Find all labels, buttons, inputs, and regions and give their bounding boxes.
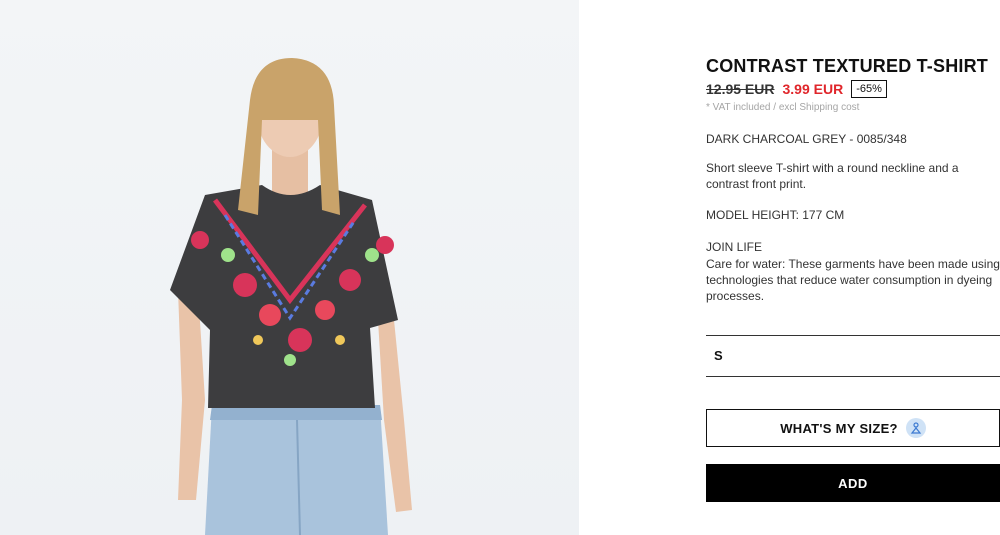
hanger-person-icon [905, 418, 926, 438]
old-price: 12.95 EUR [706, 81, 775, 97]
add-to-cart-button[interactable]: ADD [706, 464, 1000, 502]
color-reference: DARK CHARCOAL GREY - 0085/348 [706, 132, 907, 146]
product-title: CONTRAST TEXTURED T-SHIRT [706, 56, 988, 76]
discount-badge: -65% [851, 80, 887, 98]
size-selector[interactable]: S [706, 335, 1000, 377]
price-row: 12.95 EUR 3.99 EUR -65% [706, 80, 887, 98]
care-text: Care for water: These garments have been… [706, 257, 1000, 303]
join-life-heading: JOIN LIFE [706, 240, 763, 254]
product-description: Short sleeve T-shirt with a round neckli… [706, 161, 959, 191]
product-image[interactable] [0, 0, 579, 535]
whats-my-size-button[interactable]: WHAT'S MY SIZE? [706, 409, 1000, 447]
sale-price: 3.99 EUR [782, 81, 844, 97]
selected-size: S [714, 348, 723, 363]
vat-note: * VAT included / excl Shipping cost [706, 102, 860, 113]
model-illustration [170, 58, 412, 535]
model-height: MODEL HEIGHT: 177 CM [706, 208, 845, 222]
whats-my-size-label: WHAT'S MY SIZE? [780, 420, 898, 436]
